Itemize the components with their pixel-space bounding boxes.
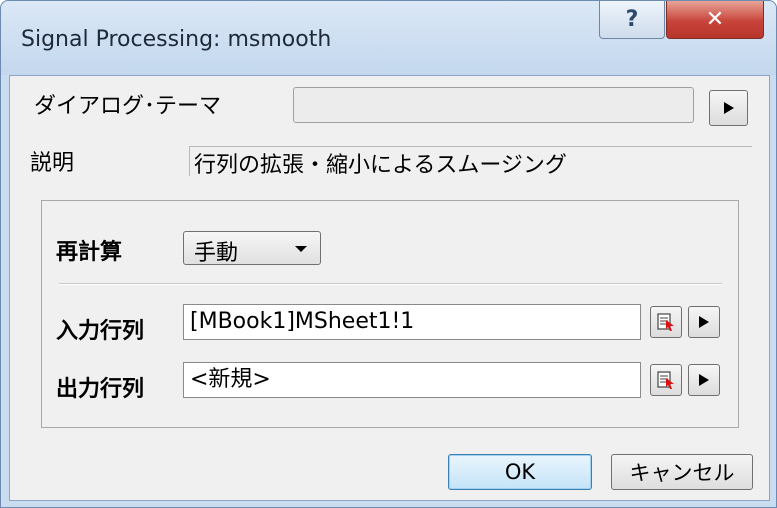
- close-icon: ✕: [705, 7, 725, 32]
- play-arrow-icon: [699, 316, 709, 328]
- recalc-selected-value: 手動: [194, 241, 239, 266]
- matrix-browse-icon: [657, 313, 674, 331]
- recalc-label: 再計算: [56, 240, 123, 265]
- help-button[interactable]: ?: [599, 1, 665, 39]
- matrix-browse-icon: [657, 371, 674, 389]
- description-text: 行列の拡張・縮小によるスムージング: [194, 153, 567, 178]
- output-matrix-browse-button[interactable]: [650, 364, 682, 396]
- input-matrix-label: 入力行列: [56, 319, 145, 344]
- dropdown-arrow-icon: [295, 246, 307, 252]
- window-title: Signal Processing: msmooth: [21, 27, 332, 52]
- close-button[interactable]: ✕: [666, 1, 764, 39]
- input-matrix-field[interactable]: [MBook1]MSheet1!1: [183, 304, 641, 340]
- output-matrix-menu-button[interactable]: [688, 364, 720, 396]
- separator: [59, 283, 722, 285]
- description-box: 行列の拡張・縮小によるスムージング: [189, 146, 752, 178]
- title-bar[interactable]: Signal Processing: msmooth ? ✕: [1, 1, 776, 75]
- output-matrix-field[interactable]: <新規>: [183, 362, 641, 398]
- ok-button[interactable]: OK: [448, 454, 592, 490]
- play-arrow-icon: [723, 102, 734, 114]
- recalc-select[interactable]: 手動: [183, 231, 321, 266]
- play-arrow-icon: [699, 374, 709, 386]
- cancel-button[interactable]: キャンセル: [611, 454, 753, 490]
- dialog-window: Signal Processing: msmooth ? ✕ ダイアログ･テーマ…: [0, 0, 777, 508]
- input-matrix-browse-button[interactable]: [650, 306, 682, 338]
- input-matrix-menu-button[interactable]: [688, 306, 720, 338]
- dialog-theme-field[interactable]: [293, 87, 694, 123]
- dialog-body: ダイアログ･テーマ 説明 行列の拡張・縮小によるスムージング 再計算 手動 入力…: [9, 75, 770, 501]
- output-matrix-label: 出力行列: [56, 377, 145, 402]
- dialog-theme-menu-button[interactable]: [709, 90, 748, 126]
- dialog-theme-label: ダイアログ･テーマ: [34, 94, 222, 119]
- settings-group: 再計算 手動 入力行列 [MBook1]MSheet1!1 出力行列 <新規>: [41, 200, 739, 428]
- help-icon: ?: [625, 7, 639, 32]
- description-label: 説明: [30, 151, 75, 176]
